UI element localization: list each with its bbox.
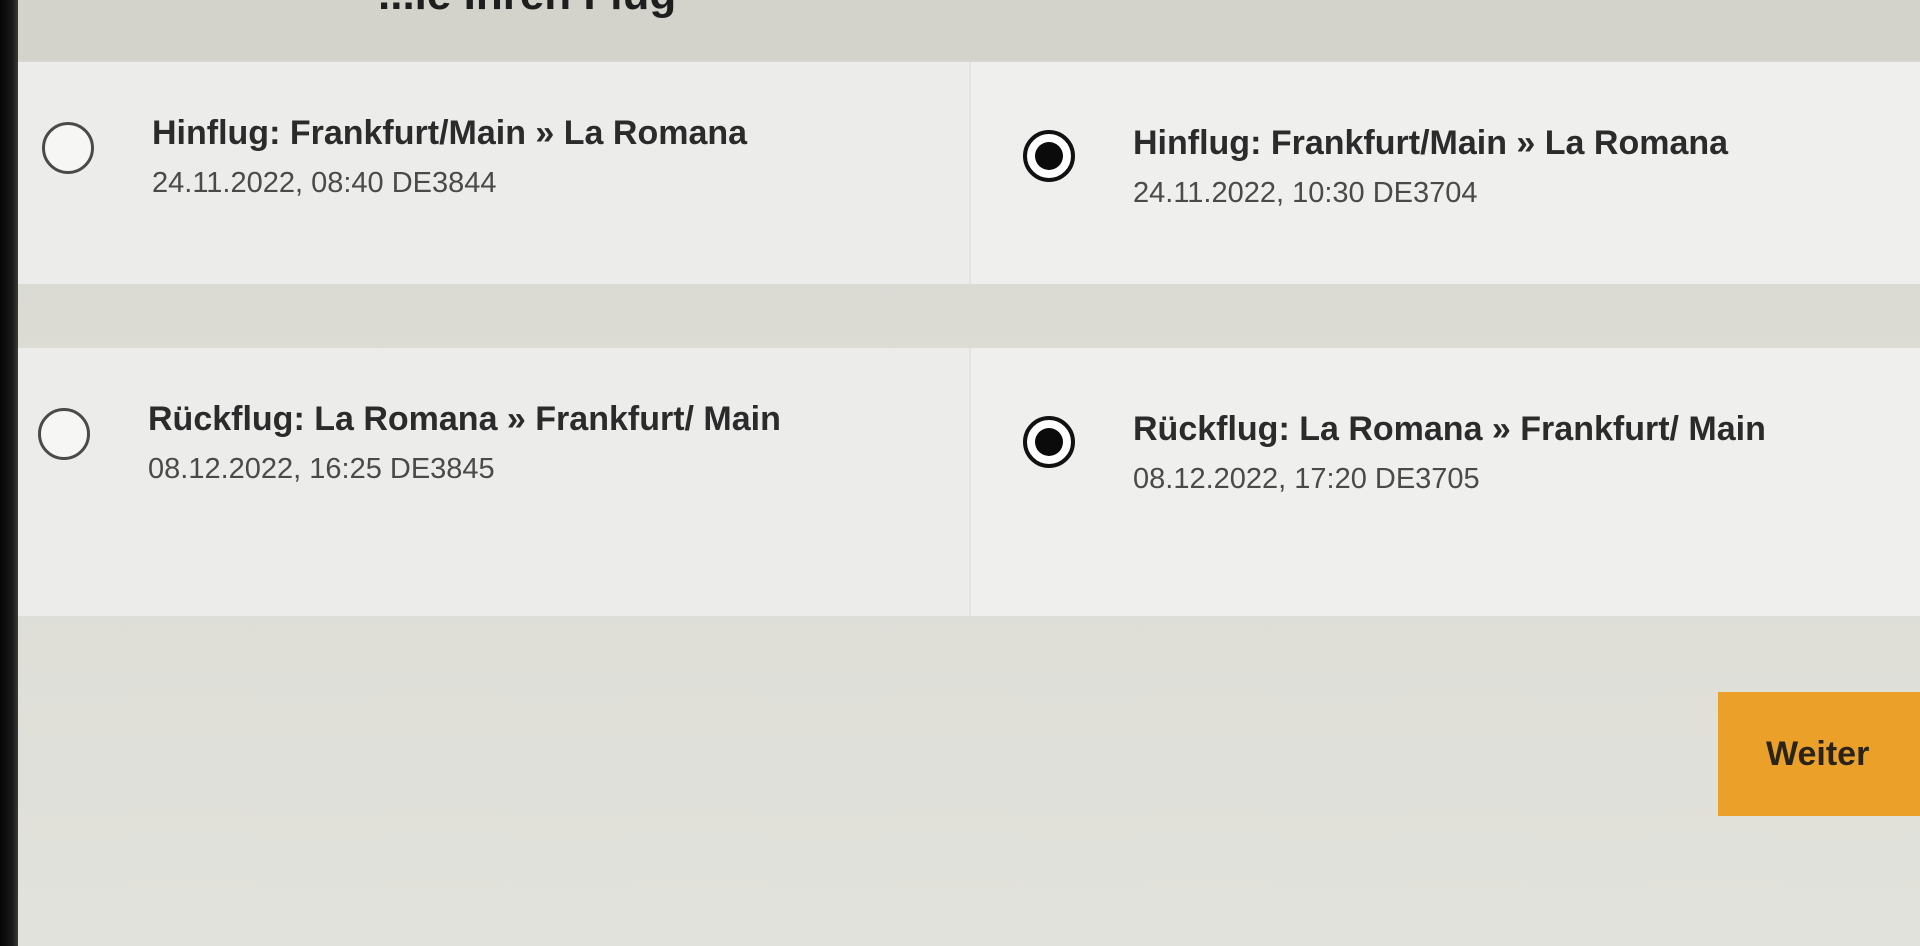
outbound-option-2-detail: 24.11.2022, 10:30 DE3704	[1133, 177, 1478, 209]
return-option-2-text: Rückflug: La Romana » Frankfurt/ Main 08…	[1133, 408, 1773, 497]
screen: ...ie Ihren Flug Hinflug: Frankfurt/Main…	[0, 0, 1920, 946]
outbound-option-1-radio[interactable]	[42, 122, 94, 174]
return-flight-options: Rückflug: La Romana » Frankfurt/ Main 08…	[18, 348, 1920, 616]
outbound-option-1-detail: 24.11.2022, 08:40 DE3844	[152, 167, 497, 199]
return-option-1-detail: 08.12.2022, 16:25 DE3845	[148, 453, 495, 485]
outbound-option-1[interactable]: Hinflug: Frankfurt/Main » La Romana 24.1…	[18, 62, 969, 284]
device-bezel	[0, 0, 18, 946]
return-option-1[interactable]: Rückflug: La Romana » Frankfurt/ Main 08…	[18, 348, 969, 616]
return-option-2-radio[interactable]	[1023, 416, 1075, 468]
outbound-option-2-title: Hinflug: Frankfurt/Main » La Romana	[1133, 124, 1729, 162]
outbound-option-2[interactable]: Hinflug: Frankfurt/Main » La Romana 24.1…	[969, 62, 1920, 284]
outbound-option-2-text: Hinflug: Frankfurt/Main » La Romana 24.1…	[1133, 122, 1728, 211]
return-option-2[interactable]: Rückflug: La Romana » Frankfurt/ Main 08…	[969, 348, 1920, 616]
return-option-1-text: Rückflug: La Romana » Frankfurt/ Main 08…	[148, 398, 788, 487]
page-title: ...ie Ihren Flug	[378, 0, 676, 20]
outbound-option-1-title: Hinflug: Frankfurt/Main » La Romana	[152, 114, 748, 152]
heading-strip: ...ie Ihren Flug	[18, 0, 1920, 60]
return-option-2-detail: 08.12.2022, 17:20 DE3705	[1133, 463, 1480, 495]
next-button[interactable]: Weiter	[1718, 692, 1920, 816]
return-option-1-radio[interactable]	[38, 408, 90, 460]
return-option-2-title: Rückflug: La Romana » Frankfurt/ Main	[1133, 410, 1766, 448]
outbound-option-1-text: Hinflug: Frankfurt/Main » La Romana 24.1…	[152, 112, 747, 201]
outbound-option-2-radio[interactable]	[1023, 130, 1075, 182]
outbound-flight-options: Hinflug: Frankfurt/Main » La Romana 24.1…	[18, 62, 1920, 284]
return-option-1-title: Rückflug: La Romana » Frankfurt/ Main	[148, 400, 781, 438]
